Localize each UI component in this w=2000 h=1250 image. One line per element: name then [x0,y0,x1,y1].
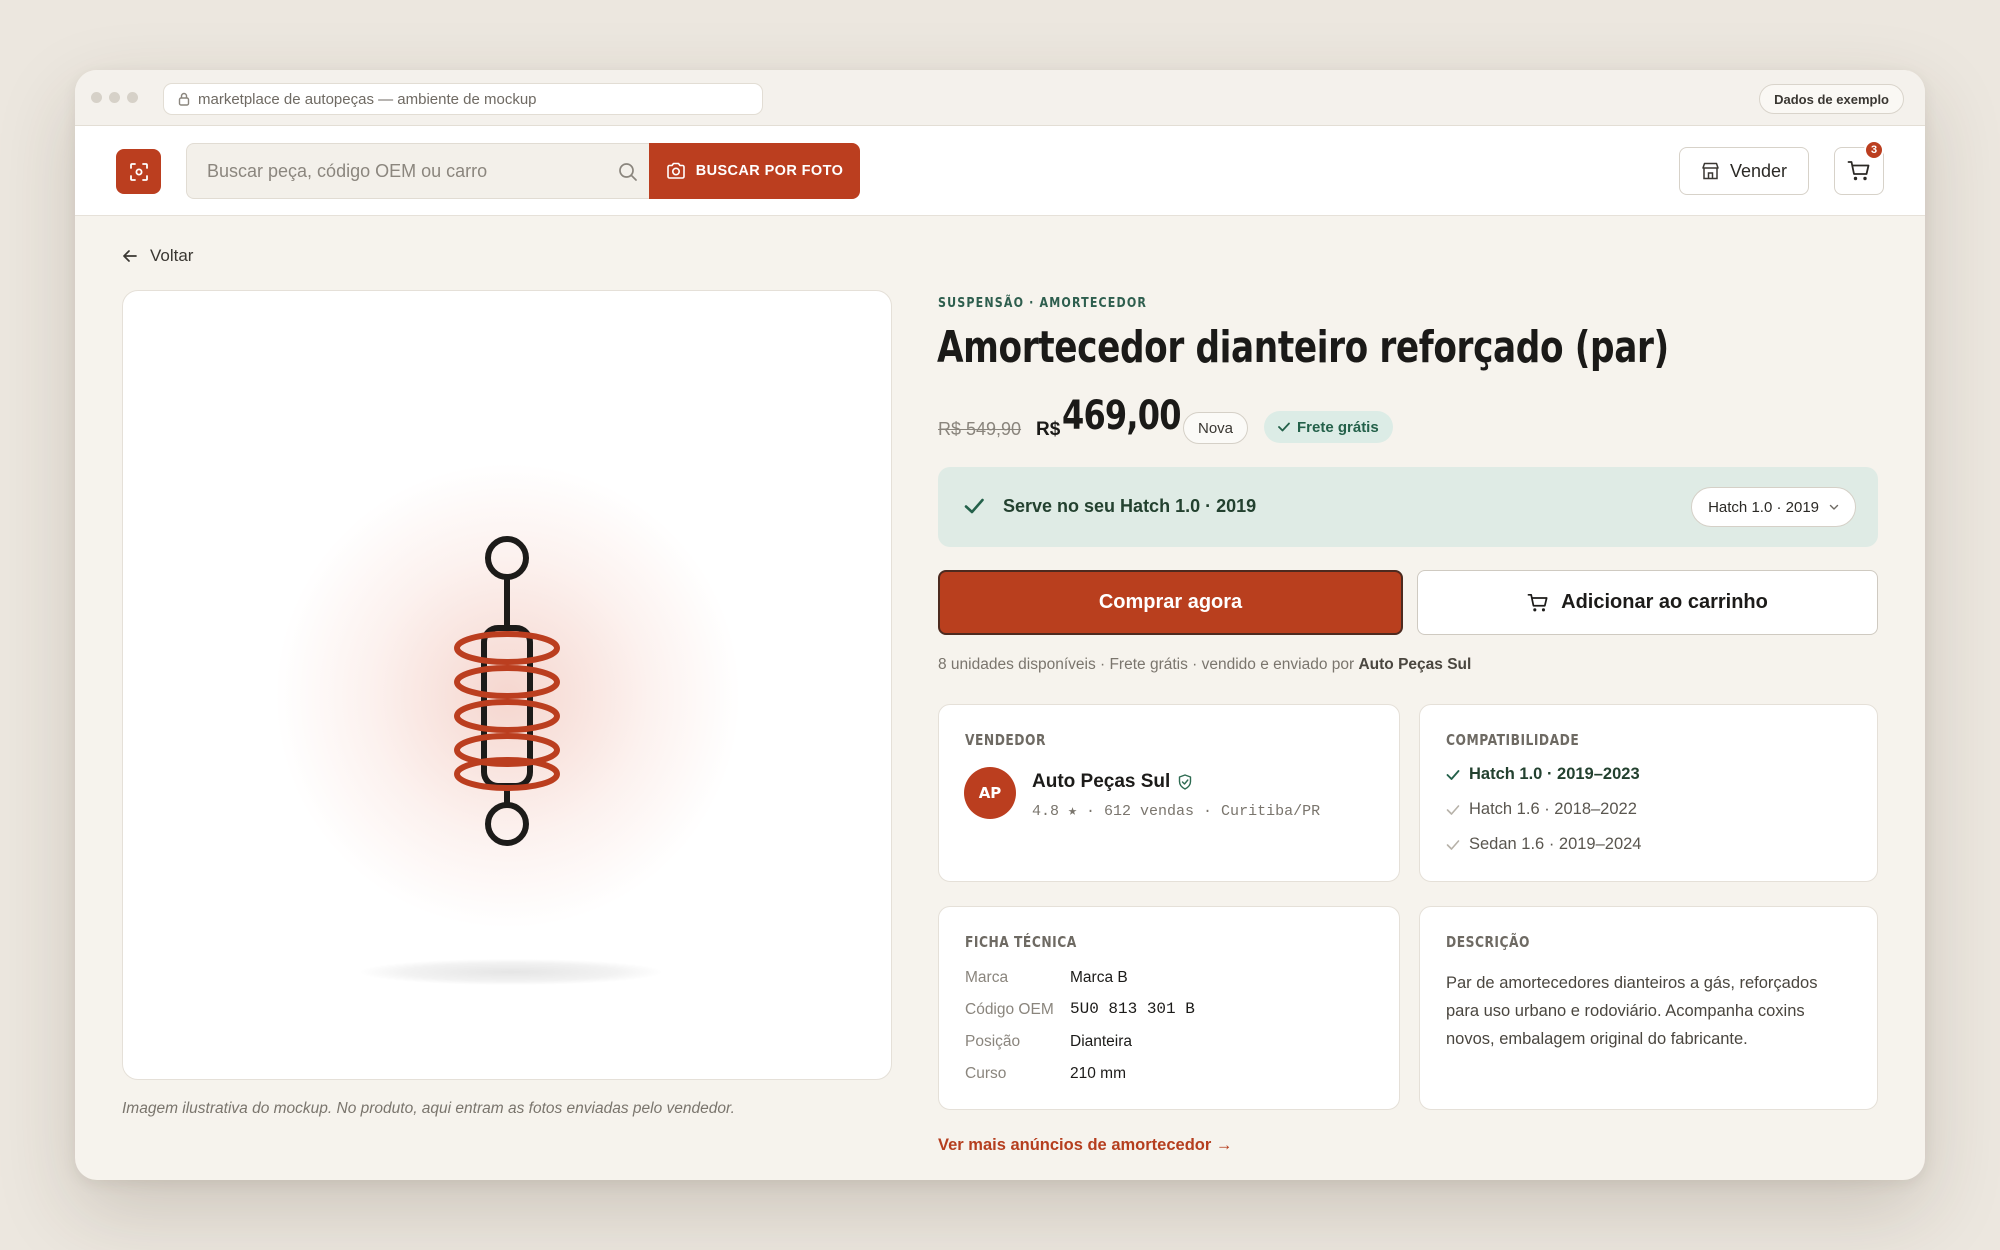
specs-card: FICHA TÉCNICA Marca Marca B Código OEM 5… [938,906,1400,1110]
stock-seller: Auto Peças Sul [1358,656,1472,673]
browser-window: marketplace de autopeças — ambiente de m… [75,70,1925,1180]
shock-absorber-illustration [454,536,560,846]
search-icon[interactable] [617,161,639,183]
spec-key: Curso [965,1065,1007,1082]
stock-info: 8 unidades disponíveis · Frete grátis · … [938,656,1471,674]
address-bar[interactable]: marketplace de autopeças — ambiente de m… [163,83,763,115]
buy-now-button[interactable]: Comprar agora [938,570,1403,635]
compat-card-label: COMPATIBILIDADE [1446,731,1580,749]
seller-meta: 4.8 ★ · 612 vendas · Curitiba/PR [1032,803,1321,820]
chevron-down-icon [1829,504,1839,510]
desc-card-label: DESCRIÇÃO [1446,933,1530,951]
back-link[interactable]: Voltar [122,246,193,266]
spec-value: Marca B [1070,969,1128,986]
more-listings-link[interactable]: Ver mais anúncios de amortecedor → [938,1136,1232,1155]
car-selector[interactable]: Hatch 1.0 · 2019 [1691,487,1856,527]
image-floor-shadow [361,959,661,985]
cart-icon [1527,593,1548,611]
car-selector-value: Hatch 1.0 · 2019 [1708,498,1819,516]
search-box [186,143,649,199]
seller-card: VENDEDOR AP Auto Peças Sul 4.8 ★ · 612 v… [938,704,1400,882]
compat-item-label: Hatch 1.0 · 2019–2023 [1469,765,1640,783]
compat-item-label: Hatch 1.6 · 2018–2022 [1469,800,1637,818]
specs-card-label: FICHA TÉCNICA [965,933,1077,951]
spec-key: Posição [965,1033,1021,1050]
description-card: DESCRIÇÃO Par de amortecedores dianteiro… [1419,906,1878,1110]
condition-badge: Nova [1183,412,1249,444]
check-icon [1446,769,1460,780]
seller-card-label: VENDEDOR [965,731,1046,749]
check-icon [1446,839,1460,850]
spec-key: Código OEM [965,1001,1054,1018]
window-dot-maximize[interactable] [127,92,138,103]
add-to-cart-label: Adicionar ao carrinho [1561,591,1768,613]
price-currency: R$ [1036,419,1061,440]
check-icon [964,498,984,514]
description-text: Par de amortecedores dianteiros a gás, r… [1446,974,1818,1048]
free-shipping-badge: Frete grátis [1264,411,1393,443]
site-logo[interactable] [116,149,161,194]
product-image-panel[interactable] [122,290,892,1080]
window-dot-close[interactable] [91,92,102,103]
fitment-message: Serve no seu Hatch 1.0 · 2019 [1003,496,1257,516]
free-shipping-label: Frete grátis [1297,418,1379,436]
camera-icon [666,162,685,179]
sell-label: Vender [1729,160,1788,181]
check-icon [1446,804,1460,815]
browser-chrome: marketplace de autopeças — ambiente de m… [75,70,1925,126]
search-by-photo-button[interactable]: BUSCAR POR FOTO [649,143,860,199]
check-icon [1278,422,1290,432]
lock-icon [178,92,190,106]
fitment-banner: Serve no seu Hatch 1.0 · 2019 Hatch 1.0 … [938,467,1878,547]
spec-key: Marca [965,969,1009,986]
price-value: 469,00 [1062,393,1181,439]
compat-item: Hatch 1.0 · 2019–2023 [1446,765,1640,784]
spec-value: 5U0 813 301 B [1070,1000,1195,1018]
cart-count-badge: 3 [1864,140,1884,160]
old-price: R$ 549,90 [938,419,1022,439]
compat-item: Sedan 1.6 · 2019–2024 [1446,835,1642,854]
site-header: BUSCAR POR FOTO Vender 3 [75,126,1925,216]
back-label: Voltar [150,246,194,265]
sample-data-badge: Dados de exemplo [1759,84,1904,114]
product-title: Amortecedor dianteiro reforçado (par) [937,322,1669,373]
window-dot-minimize[interactable] [109,92,120,103]
spec-value: 210 mm [1070,1065,1126,1082]
product-category: SUSPENSÃO · AMORTECEDOR [938,295,1148,311]
search-input[interactable] [207,160,597,182]
compat-item-label: Sedan 1.6 · 2019–2024 [1469,835,1642,853]
seller-name[interactable]: Auto Peças Sul [1032,771,1170,793]
sell-button[interactable]: Vender [1679,147,1809,195]
search-by-photo-label: BUSCAR POR FOTO [695,163,844,179]
arrow-left-icon [123,250,137,262]
address-text: marketplace de autopeças — ambiente de m… [198,90,537,108]
compatibility-card: COMPATIBILIDADE Hatch 1.0 · 2019–2023 Ha… [1419,704,1878,882]
avatar[interactable]: AP [964,767,1016,819]
seller-name-row: Auto Peças Sul [1032,771,1192,793]
stock-text: 8 unidades disponíveis · Frete grátis · … [938,656,1355,673]
add-to-cart-button[interactable]: Adicionar ao carrinho [1417,570,1878,635]
store-icon [1702,162,1719,180]
scan-logo-icon [129,162,148,181]
image-caption: Imagem ilustrativa do mockup. No produto… [122,1100,735,1117]
cart-icon [1847,161,1870,181]
spec-value: Dianteira [1070,1033,1133,1050]
verified-shield-icon [1179,774,1192,790]
compat-item: Hatch 1.6 · 2018–2022 [1446,800,1637,819]
